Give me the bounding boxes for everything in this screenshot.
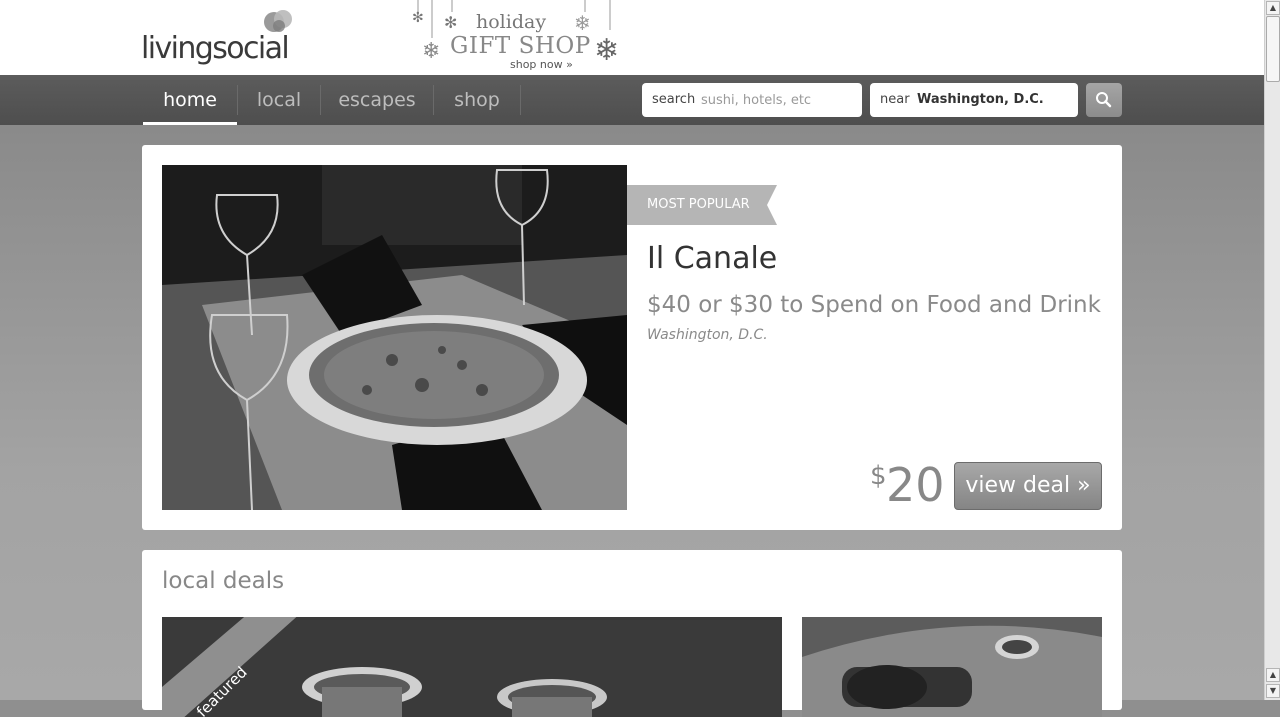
nav-escapes[interactable]: escapes	[321, 75, 433, 125]
svg-text:❄: ❄	[422, 39, 440, 64]
scroll-down-arrow-icon[interactable]: ▼	[1266, 684, 1280, 698]
holiday-gift-shop-banner[interactable]: ✻ ❄ ✻ ❄ ❄ holiday GIFT SHOP shop now »	[410, 0, 635, 74]
site-header: livingsocial ✻ ❄ ✻ ❄ ❄ holiday GIFT SHOP…	[0, 0, 1264, 75]
location-input[interactable]: Washington, D.C.	[917, 92, 1044, 107]
svg-text:✻: ✻	[444, 13, 457, 32]
scroll-up-arrow-icon[interactable]: ▲	[1266, 668, 1280, 682]
nav-local[interactable]: local	[238, 75, 320, 125]
nav-divider	[520, 85, 521, 115]
scroll-up-arrow-icon[interactable]: ▲	[1266, 1, 1280, 15]
featured-deal-card: MOST POPULAR Il Canale $40 or $30 to Spe…	[142, 145, 1122, 530]
svg-text:❄: ❄	[594, 33, 619, 68]
location-field: near Washington, D.C.	[870, 83, 1078, 117]
most-popular-ribbon: MOST POPULAR	[627, 185, 777, 225]
main-nav: home local escapes shop search near Wash…	[0, 75, 1264, 125]
restaurant-table-photo	[162, 165, 627, 510]
deal-title[interactable]: Il Canale	[647, 241, 777, 276]
svg-text:❄: ❄	[574, 11, 591, 35]
deal-location: Washington, D.C.	[647, 327, 768, 343]
search-label: search	[652, 92, 696, 107]
car-photo	[802, 617, 1102, 717]
livingsocial-logo[interactable]: livingsocial	[141, 9, 301, 69]
search-input[interactable]	[701, 91, 851, 109]
price-currency: $	[870, 461, 887, 491]
badge-text: MOST POPULAR	[647, 197, 750, 212]
price-value: 20	[886, 458, 945, 512]
section-title: local deals	[162, 568, 285, 594]
promo-shop-now-link[interactable]: shop now »	[510, 58, 573, 71]
nav-shop[interactable]: shop	[434, 75, 520, 125]
near-label: near	[880, 92, 910, 107]
local-deal-photo-featured[interactable]: featured	[162, 617, 782, 717]
magnifier-icon	[1096, 92, 1112, 108]
local-deal-photo-car[interactable]	[802, 617, 1102, 717]
local-deals-section: local deals featured	[142, 550, 1122, 717]
search-field: search	[642, 83, 862, 117]
svg-text:✻: ✻	[412, 10, 424, 26]
jars-photo	[162, 617, 782, 717]
view-deal-button[interactable]: view deal »	[954, 462, 1102, 510]
scroll-thumb[interactable]	[1266, 16, 1280, 82]
vertical-scrollbar[interactable]: ▲ ▲ ▼	[1264, 0, 1280, 700]
logo-text: livingsocial	[141, 31, 290, 66]
deal-subtitle: $40 or $30 to Spend on Food and Drink	[647, 292, 1101, 318]
promo-gift-shop-text: GIFT SHOP	[450, 33, 591, 59]
deal-photo[interactable]	[162, 165, 627, 510]
search-button[interactable]	[1086, 83, 1122, 117]
nav-home[interactable]: home	[143, 75, 237, 125]
promo-holiday-text: holiday	[476, 11, 547, 33]
